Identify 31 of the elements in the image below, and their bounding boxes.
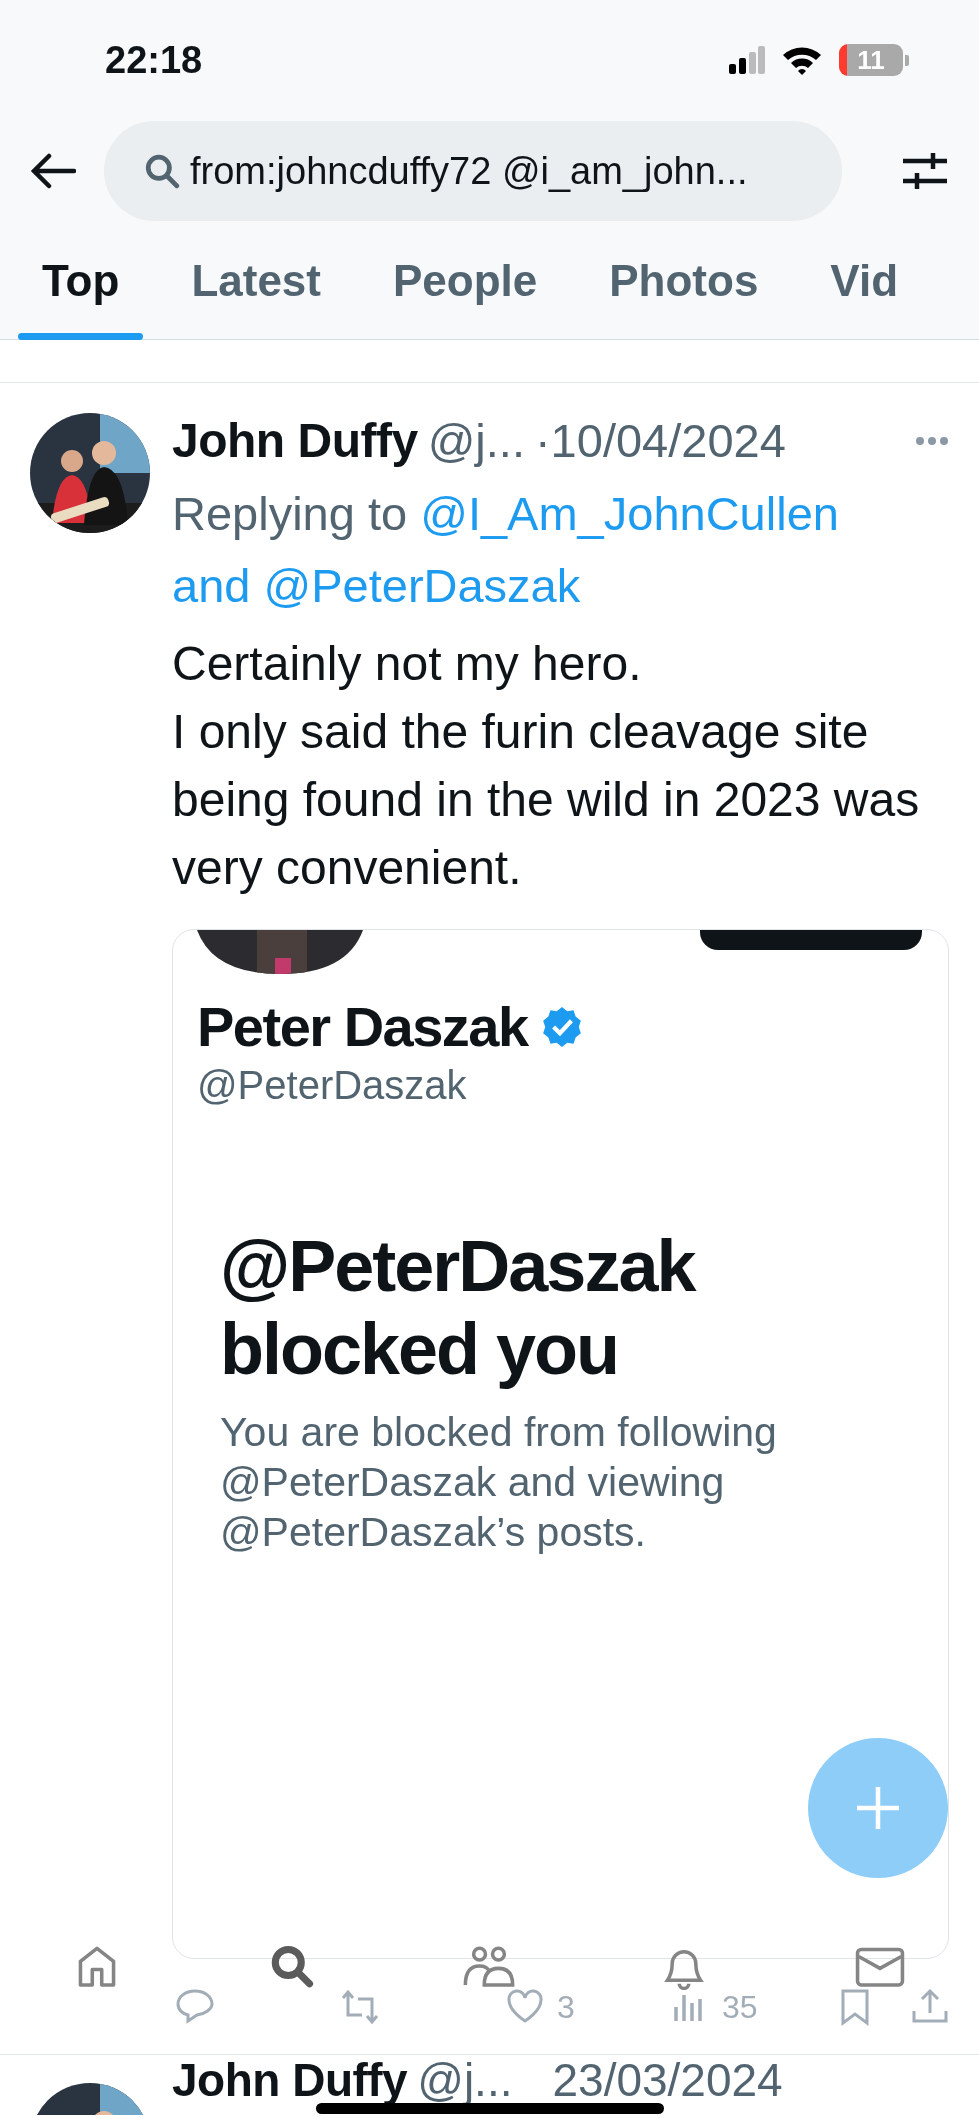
mention-link[interactable]: @PeterDaszak (263, 559, 581, 612)
author-name[interactable]: John Duffy (172, 413, 418, 469)
search-icon (144, 153, 180, 189)
tab[interactable]: Top (18, 222, 144, 340)
tab[interactable]: Latest (167, 222, 345, 340)
post-date: ·10/04/2024 (534, 413, 786, 469)
author-handle: @j... (417, 2057, 513, 2108)
more-button[interactable] (915, 436, 949, 446)
clock-time: 22:18 (105, 37, 203, 83)
plus-icon (855, 1785, 901, 1831)
search-field[interactable]: from:johncduffy72 @i_am_john... (104, 121, 842, 221)
repost-icon (340, 1987, 380, 2027)
author-name[interactable]: John Duffy (172, 2057, 408, 2115)
signal-icon (729, 46, 765, 74)
profile-name: Peter Daszak (197, 994, 528, 1060)
blocked-message: You are blocked from following @PeterDaszak and viewing @PeterDaszak’s posts. (220, 1408, 778, 1557)
blocked-heading: @PeterDaszak blocked you (220, 1225, 697, 1391)
post-date: 23/03/2024 (552, 2057, 783, 2108)
retweet-button[interactable] (340, 1987, 380, 2027)
author-handle: @j... (427, 413, 525, 469)
back-button[interactable] (30, 153, 76, 189)
tab[interactable]: Vid (806, 222, 922, 340)
more-icon (915, 436, 949, 446)
back-arrow-icon (30, 153, 76, 189)
profile-handle: @PeterDaszak (197, 1062, 468, 1109)
post-text: Certainly not my hero. I only said the furin cleavage site being found in the wild in 2023 was very convenient. (172, 636, 921, 896)
tab[interactable]: People (368, 222, 562, 340)
wifi-icon (781, 45, 823, 75)
replying-to-text: Replying to @I_Am_JohnCullen and @PeterDaszak (172, 486, 840, 614)
tab[interactable]: Photos (585, 222, 783, 340)
mention-link[interactable]: @I_Am_JohnCullen (420, 487, 839, 540)
